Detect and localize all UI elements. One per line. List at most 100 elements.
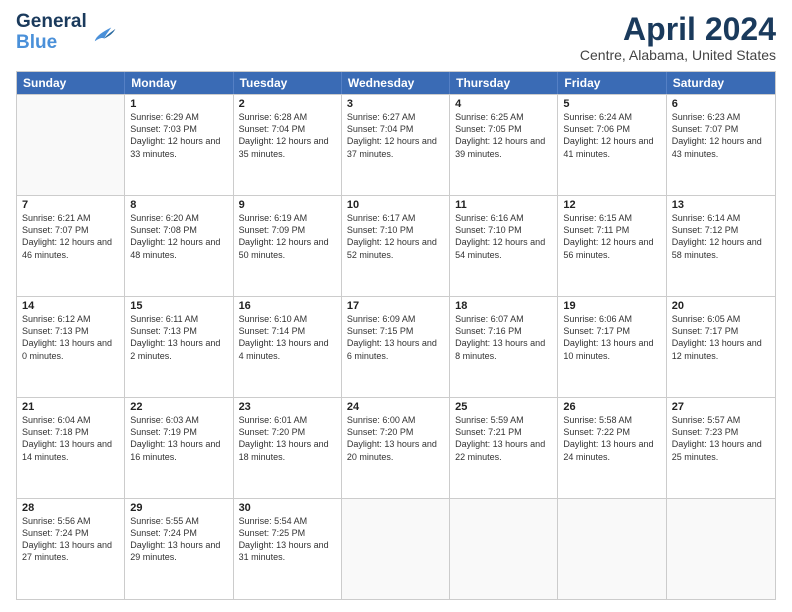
subtitle: Centre, Alabama, United States [580, 47, 776, 63]
calendar-cell: 28Sunrise: 5:56 AM Sunset: 7:24 PM Dayli… [17, 499, 125, 599]
calendar-cell: 18Sunrise: 6:07 AM Sunset: 7:16 PM Dayli… [450, 297, 558, 397]
day-number: 30 [239, 502, 336, 514]
logo-blue: Blue [16, 33, 87, 54]
calendar-cell: 24Sunrise: 6:00 AM Sunset: 7:20 PM Dayli… [342, 398, 450, 498]
cell-info: Sunrise: 6:23 AM Sunset: 7:07 PM Dayligh… [672, 111, 770, 160]
cell-info: Sunrise: 6:21 AM Sunset: 7:07 PM Dayligh… [22, 212, 119, 261]
cell-info: Sunrise: 6:10 AM Sunset: 7:14 PM Dayligh… [239, 313, 336, 362]
calendar-cell: 30Sunrise: 5:54 AM Sunset: 7:25 PM Dayli… [234, 499, 342, 599]
day-number: 14 [22, 300, 119, 312]
cell-info: Sunrise: 6:15 AM Sunset: 7:11 PM Dayligh… [563, 212, 660, 261]
day-number: 9 [239, 199, 336, 211]
day-number: 25 [455, 401, 552, 413]
calendar-cell: 1Sunrise: 6:29 AM Sunset: 7:03 PM Daylig… [125, 95, 233, 195]
day-number: 19 [563, 300, 660, 312]
day-number: 20 [672, 300, 770, 312]
calendar-weekday-tuesday: Tuesday [234, 72, 342, 94]
day-number: 17 [347, 300, 444, 312]
day-number: 26 [563, 401, 660, 413]
calendar-cell [558, 499, 666, 599]
day-number: 22 [130, 401, 227, 413]
cell-info: Sunrise: 6:12 AM Sunset: 7:13 PM Dayligh… [22, 313, 119, 362]
calendar-cell: 4Sunrise: 6:25 AM Sunset: 7:05 PM Daylig… [450, 95, 558, 195]
cell-info: Sunrise: 6:04 AM Sunset: 7:18 PM Dayligh… [22, 414, 119, 463]
cell-info: Sunrise: 6:20 AM Sunset: 7:08 PM Dayligh… [130, 212, 227, 261]
cell-info: Sunrise: 6:00 AM Sunset: 7:20 PM Dayligh… [347, 414, 444, 463]
calendar-cell: 25Sunrise: 5:59 AM Sunset: 7:21 PM Dayli… [450, 398, 558, 498]
day-number: 18 [455, 300, 552, 312]
cell-info: Sunrise: 6:03 AM Sunset: 7:19 PM Dayligh… [130, 414, 227, 463]
calendar-weekday-thursday: Thursday [450, 72, 558, 94]
day-number: 12 [563, 199, 660, 211]
calendar-cell: 7Sunrise: 6:21 AM Sunset: 7:07 PM Daylig… [17, 196, 125, 296]
cell-info: Sunrise: 6:27 AM Sunset: 7:04 PM Dayligh… [347, 111, 444, 160]
calendar-cell: 20Sunrise: 6:05 AM Sunset: 7:17 PM Dayli… [667, 297, 775, 397]
cell-info: Sunrise: 6:19 AM Sunset: 7:09 PM Dayligh… [239, 212, 336, 261]
title-section: April 2024 Centre, Alabama, United State… [580, 12, 776, 63]
calendar-row-1: 7Sunrise: 6:21 AM Sunset: 7:07 PM Daylig… [17, 195, 775, 296]
cell-info: Sunrise: 5:58 AM Sunset: 7:22 PM Dayligh… [563, 414, 660, 463]
cell-info: Sunrise: 5:56 AM Sunset: 7:24 PM Dayligh… [22, 515, 119, 564]
calendar-weekday-saturday: Saturday [667, 72, 775, 94]
day-number: 29 [130, 502, 227, 514]
logo-general: General [16, 12, 87, 33]
calendar-cell: 5Sunrise: 6:24 AM Sunset: 7:06 PM Daylig… [558, 95, 666, 195]
calendar-row-4: 28Sunrise: 5:56 AM Sunset: 7:24 PM Dayli… [17, 498, 775, 599]
day-number: 5 [563, 98, 660, 110]
day-number: 15 [130, 300, 227, 312]
day-number: 28 [22, 502, 119, 514]
cell-info: Sunrise: 6:07 AM Sunset: 7:16 PM Dayligh… [455, 313, 552, 362]
calendar-cell: 9Sunrise: 6:19 AM Sunset: 7:09 PM Daylig… [234, 196, 342, 296]
cell-info: Sunrise: 6:06 AM Sunset: 7:17 PM Dayligh… [563, 313, 660, 362]
calendar-cell: 27Sunrise: 5:57 AM Sunset: 7:23 PM Dayli… [667, 398, 775, 498]
cell-info: Sunrise: 6:09 AM Sunset: 7:15 PM Dayligh… [347, 313, 444, 362]
calendar-weekday-wednesday: Wednesday [342, 72, 450, 94]
day-number: 1 [130, 98, 227, 110]
cell-info: Sunrise: 6:17 AM Sunset: 7:10 PM Dayligh… [347, 212, 444, 261]
day-number: 10 [347, 199, 444, 211]
cell-info: Sunrise: 5:57 AM Sunset: 7:23 PM Dayligh… [672, 414, 770, 463]
calendar-cell: 17Sunrise: 6:09 AM Sunset: 7:15 PM Dayli… [342, 297, 450, 397]
page: General Blue April 2024 Centre, Alabama,… [0, 0, 792, 612]
calendar-cell: 3Sunrise: 6:27 AM Sunset: 7:04 PM Daylig… [342, 95, 450, 195]
day-number: 2 [239, 98, 336, 110]
calendar-cell: 8Sunrise: 6:20 AM Sunset: 7:08 PM Daylig… [125, 196, 233, 296]
cell-info: Sunrise: 5:55 AM Sunset: 7:24 PM Dayligh… [130, 515, 227, 564]
cell-info: Sunrise: 6:24 AM Sunset: 7:06 PM Dayligh… [563, 111, 660, 160]
calendar-cell: 10Sunrise: 6:17 AM Sunset: 7:10 PM Dayli… [342, 196, 450, 296]
day-number: 3 [347, 98, 444, 110]
main-title: April 2024 [580, 12, 776, 47]
day-number: 7 [22, 199, 119, 211]
day-number: 6 [672, 98, 770, 110]
calendar-weekday-sunday: Sunday [17, 72, 125, 94]
day-number: 16 [239, 300, 336, 312]
calendar-weekday-monday: Monday [125, 72, 233, 94]
calendar-row-3: 21Sunrise: 6:04 AM Sunset: 7:18 PM Dayli… [17, 397, 775, 498]
calendar-cell: 2Sunrise: 6:28 AM Sunset: 7:04 PM Daylig… [234, 95, 342, 195]
cell-info: Sunrise: 6:28 AM Sunset: 7:04 PM Dayligh… [239, 111, 336, 160]
day-number: 24 [347, 401, 444, 413]
calendar-cell: 12Sunrise: 6:15 AM Sunset: 7:11 PM Dayli… [558, 196, 666, 296]
day-number: 11 [455, 199, 552, 211]
cell-info: Sunrise: 6:16 AM Sunset: 7:10 PM Dayligh… [455, 212, 552, 261]
calendar-cell [667, 499, 775, 599]
cell-info: Sunrise: 6:14 AM Sunset: 7:12 PM Dayligh… [672, 212, 770, 261]
calendar-row-2: 14Sunrise: 6:12 AM Sunset: 7:13 PM Dayli… [17, 296, 775, 397]
calendar-body: 1Sunrise: 6:29 AM Sunset: 7:03 PM Daylig… [17, 94, 775, 599]
cell-info: Sunrise: 6:11 AM Sunset: 7:13 PM Dayligh… [130, 313, 227, 362]
calendar-cell: 23Sunrise: 6:01 AM Sunset: 7:20 PM Dayli… [234, 398, 342, 498]
cell-info: Sunrise: 6:05 AM Sunset: 7:17 PM Dayligh… [672, 313, 770, 362]
day-number: 8 [130, 199, 227, 211]
day-number: 27 [672, 401, 770, 413]
calendar-row-0: 1Sunrise: 6:29 AM Sunset: 7:03 PM Daylig… [17, 94, 775, 195]
day-number: 4 [455, 98, 552, 110]
calendar-cell [17, 95, 125, 195]
calendar-cell: 22Sunrise: 6:03 AM Sunset: 7:19 PM Dayli… [125, 398, 233, 498]
cell-info: Sunrise: 6:25 AM Sunset: 7:05 PM Dayligh… [455, 111, 552, 160]
calendar-cell: 29Sunrise: 5:55 AM Sunset: 7:24 PM Dayli… [125, 499, 233, 599]
calendar-header: SundayMondayTuesdayWednesdayThursdayFrid… [17, 72, 775, 94]
calendar-cell: 15Sunrise: 6:11 AM Sunset: 7:13 PM Dayli… [125, 297, 233, 397]
calendar-cell [342, 499, 450, 599]
calendar-cell: 16Sunrise: 6:10 AM Sunset: 7:14 PM Dayli… [234, 297, 342, 397]
logo-bird-icon [89, 22, 117, 44]
